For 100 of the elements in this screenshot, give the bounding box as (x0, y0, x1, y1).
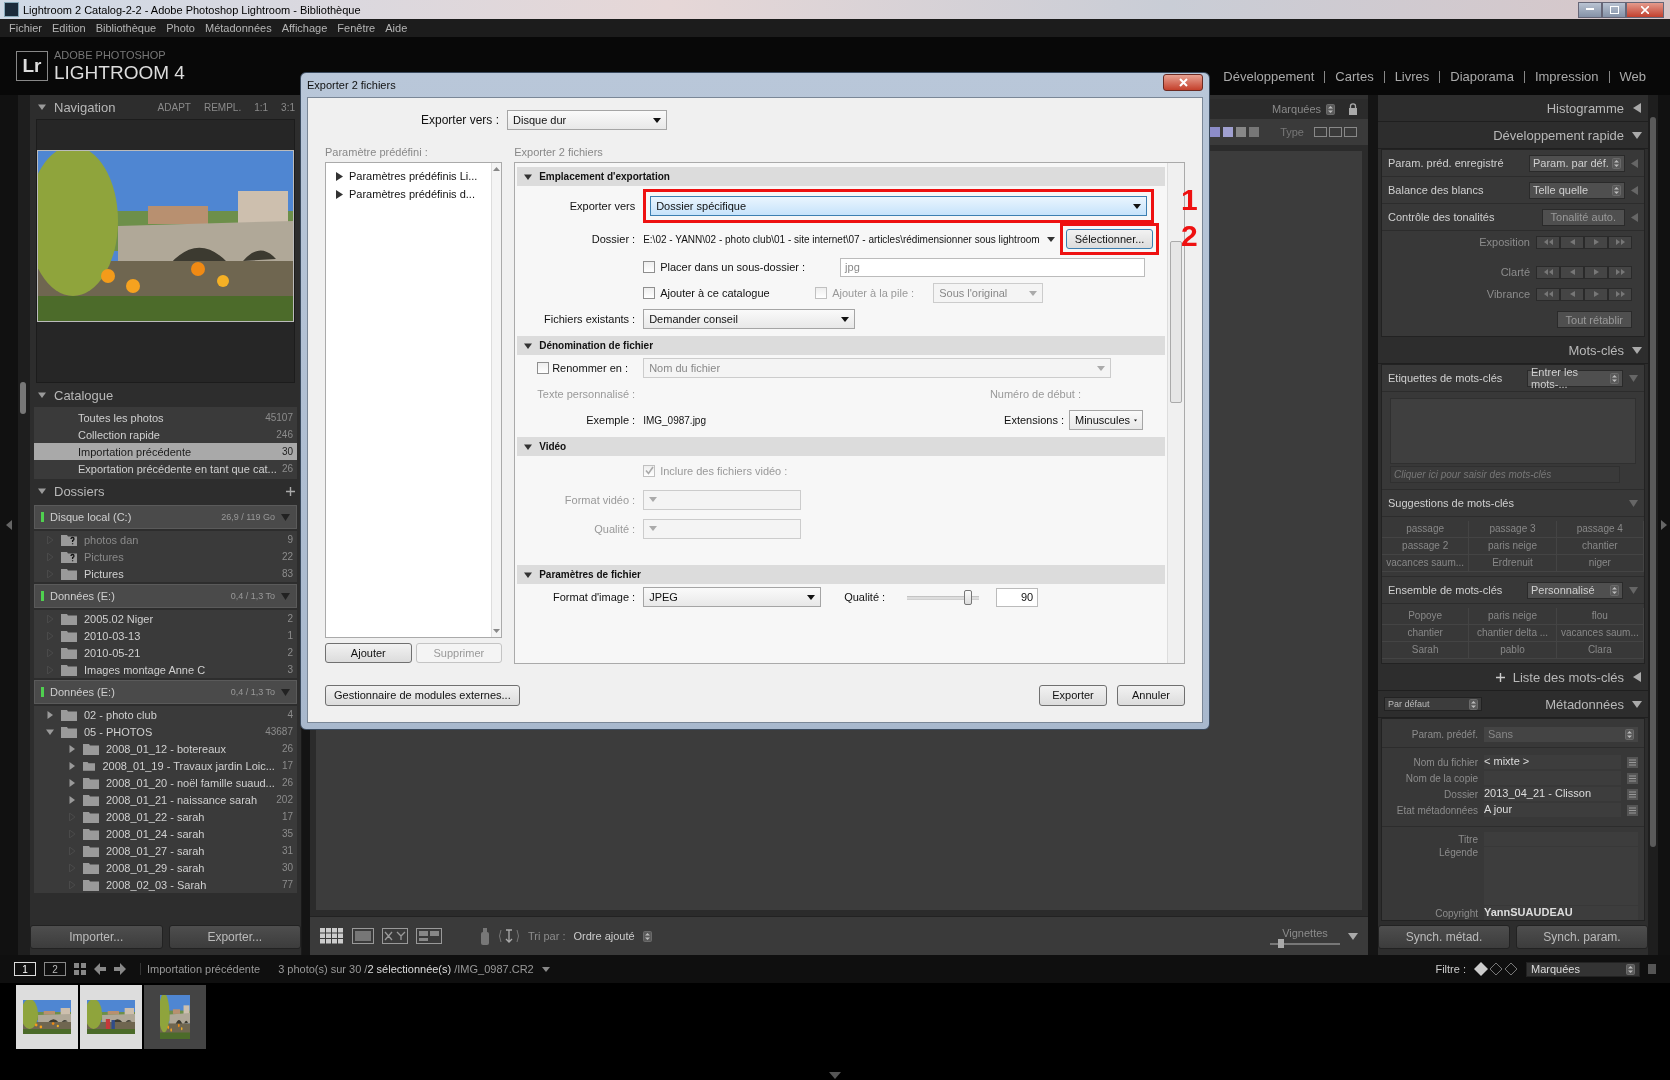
menu-item[interactable]: Aide (380, 22, 413, 34)
back-arrow-icon[interactable] (94, 963, 106, 975)
module-tab[interactable]: Impression (1523, 71, 1609, 83)
action-icon[interactable] (1627, 788, 1638, 800)
disclosure-triangle-icon[interactable] (1632, 672, 1642, 682)
disclosure-triangle-icon[interactable] (1632, 699, 1642, 709)
panel-header[interactable]: Navigation ADAPT REMPL. 1:1 3:1 (30, 95, 301, 119)
disclosure-triangle-icon[interactable] (68, 744, 76, 753)
thumbnail[interactable] (16, 985, 78, 1049)
extensions-dropdown[interactable]: Minuscules (1069, 410, 1143, 430)
add-icon[interactable] (1495, 672, 1505, 682)
panel-button[interactable]: Importer... (30, 925, 163, 949)
folder-item[interactable]: 2008_01_21 - naissance sarah 202 (34, 791, 297, 808)
volume-header[interactable]: Données (E:) 0,4 / 1,3 To (34, 680, 297, 704)
step-button[interactable] (1584, 287, 1608, 301)
step-button[interactable] (1608, 265, 1632, 279)
slider-thumb[interactable] (1277, 939, 1284, 948)
metadata-field[interactable]: YannSUAUDEAU (1484, 906, 1638, 920)
export-button[interactable]: Exporter (1039, 684, 1107, 706)
volume-header[interactable]: Disque local (C:) 26,9 / 119 Go (34, 505, 297, 529)
disclosure-triangle-icon[interactable] (1632, 345, 1642, 355)
disclosure-triangle-icon[interactable] (524, 570, 533, 579)
file-type-icon[interactable] (1314, 127, 1358, 137)
scroll-up-arrow-icon[interactable] (493, 167, 501, 171)
zoom-option[interactable]: 3:1 (281, 101, 295, 113)
metadata-field[interactable]: < mixte > (1484, 755, 1621, 769)
catalog-item[interactable]: Collection rapide 246 (34, 426, 297, 443)
step-button[interactable] (1536, 287, 1560, 301)
module-tab[interactable]: Développement (1213, 71, 1325, 83)
step-button[interactable] (1560, 287, 1584, 301)
flag-filter-icon[interactable] (1474, 962, 1518, 976)
disclosure-triangle-icon[interactable] (524, 341, 533, 350)
dropdown-arrow-icon[interactable] (1348, 932, 1358, 940)
step-button[interactable] (1584, 235, 1608, 249)
monitor-button[interactable]: 1 (14, 962, 36, 976)
monitor-button[interactable]: 2 (44, 962, 66, 976)
filter-preset[interactable]: Marquées (1272, 103, 1321, 115)
disclosure-triangle-icon[interactable] (1632, 103, 1642, 113)
preset-dropdown[interactable]: Telle quelle (1529, 181, 1625, 199)
sort-order[interactable]: Ordre ajouté (573, 930, 635, 942)
image-format-dropdown[interactable]: JPEG (643, 587, 822, 607)
lock-icon[interactable] (1348, 103, 1358, 115)
zoom-option[interactable]: 1:1 (254, 101, 269, 113)
close-button[interactable] (1626, 1, 1664, 18)
catalog-item[interactable]: Importation précédente 30 (34, 443, 297, 460)
folder-item[interactable]: Pictures 22 (34, 548, 297, 565)
section-header[interactable]: Dénomination de fichier (517, 336, 1165, 355)
left-arrow-icon[interactable] (6, 520, 12, 530)
checkbox[interactable] (643, 261, 656, 273)
menu-item[interactable]: Bibliothèque (90, 22, 162, 34)
metadata-field[interactable]: 2013_04_21 - Clisson (1484, 787, 1621, 801)
section-header[interactable]: Vidéo (517, 437, 1165, 456)
spray-can-icon[interactable] (480, 927, 490, 945)
menu-item[interactable]: Métadonnées (199, 22, 277, 34)
thumbnail[interactable] (144, 985, 206, 1049)
zoom-option[interactable]: ADAPT (157, 101, 191, 113)
menu-item[interactable]: Fenêtre (332, 22, 381, 34)
grid-view-icon[interactable] (320, 928, 344, 944)
choose-folder-button[interactable]: Sélectionner... (1065, 229, 1154, 249)
checkbox[interactable] (643, 287, 656, 299)
maximize-button[interactable] (1602, 1, 1626, 18)
metadata-field[interactable]: A jour (1484, 803, 1621, 817)
step-button[interactable] (1560, 265, 1584, 279)
panel-button[interactable]: Exporter... (168, 925, 301, 949)
catalog-item[interactable]: Toutes les photos 45107 (34, 409, 297, 426)
disclosure-triangle-icon[interactable] (68, 778, 76, 787)
action-icon[interactable] (1627, 804, 1638, 816)
grid-icon[interactable] (74, 963, 86, 975)
module-tab[interactable]: Web (1608, 71, 1656, 83)
folder-item[interactable]: 2008_01_12 - botereaux 26 (34, 740, 297, 757)
disclosure-triangle-icon[interactable] (1632, 130, 1642, 140)
source-name[interactable]: Importation précédente (140, 963, 261, 975)
folder-item[interactable]: photos dan 9 (34, 531, 297, 548)
folder-item[interactable]: 2008_01_19 - Travaux jardin Loic... 17 (34, 757, 297, 774)
filter-toggle[interactable] (1648, 964, 1656, 974)
folder-item[interactable]: 02 - photo club 4 (34, 706, 297, 723)
down-arrow-icon[interactable] (829, 1072, 841, 1079)
folder-item[interactable]: 2008_01_29 - sarah 30 (34, 859, 297, 876)
thumbnail[interactable] (80, 985, 142, 1049)
folder-item[interactable]: 2008_01_27 - sarah 31 (34, 842, 297, 859)
checkbox[interactable] (537, 362, 550, 374)
section-header[interactable]: Paramètres de fichier (517, 565, 1165, 584)
quality-value-field[interactable]: 90 (996, 587, 1039, 607)
folder-item[interactable]: 2008_01_20 - noël famille suaud... 26 (34, 774, 297, 791)
module-tab[interactable]: Diaporama (1439, 71, 1524, 83)
section-header[interactable]: Emplacement d'exportation (517, 167, 1165, 186)
disclosure-triangle-icon[interactable] (38, 103, 46, 111)
scrollbar[interactable] (18, 95, 30, 955)
sync-button[interactable]: Synch. param. (1516, 925, 1648, 949)
add-icon[interactable] (286, 486, 295, 496)
panel-header[interactable]: Dossiers (30, 479, 301, 503)
forward-arrow-icon[interactable] (114, 963, 126, 975)
compare-view-icon[interactable] (382, 928, 408, 944)
slider-thumb[interactable] (964, 589, 973, 605)
folder-item[interactable]: 2008_01_24 - sarah 35 (34, 825, 297, 842)
scrollbar[interactable] (1648, 95, 1658, 955)
folder-item[interactable]: 05 - PHOTOS 43687 (34, 723, 297, 740)
catalog-item[interactable]: Exportation précédente en tant que cat... 26 (34, 460, 297, 477)
preset-dropdown[interactable]: Param. par déf. (1529, 154, 1625, 172)
disclosure-triangle-icon[interactable] (524, 442, 533, 451)
